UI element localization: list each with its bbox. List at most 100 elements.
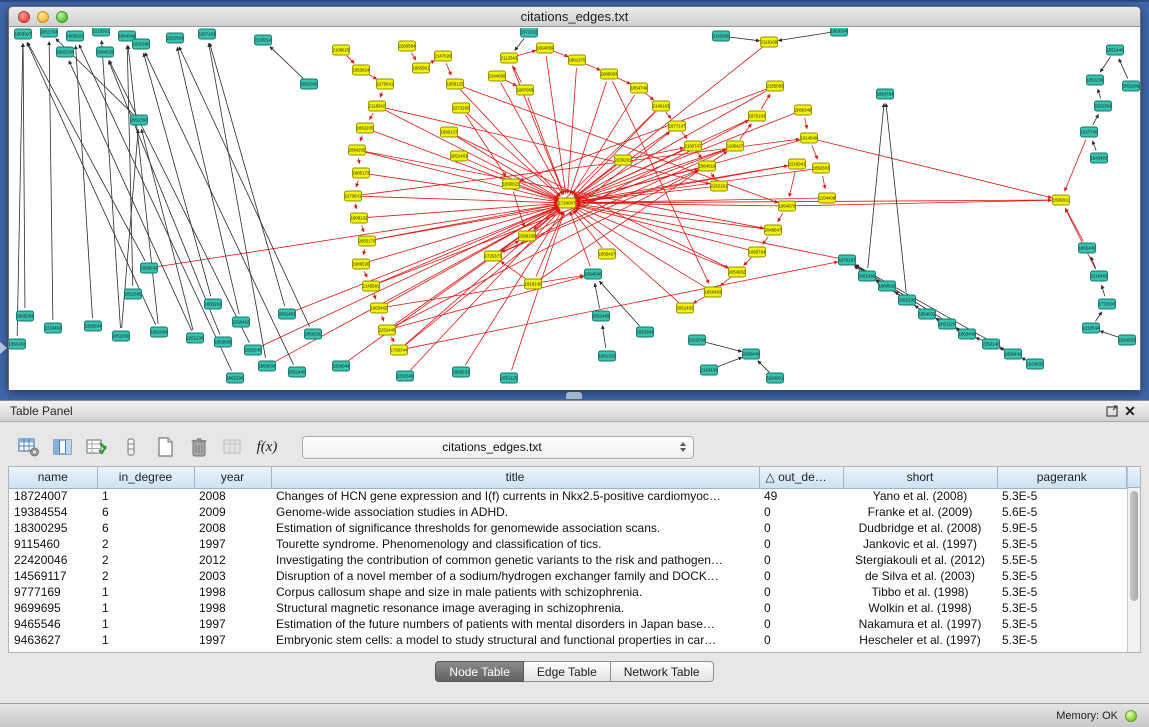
network-edge[interactable] xyxy=(823,176,826,189)
network-node[interactable]: 2051463 xyxy=(451,151,468,161)
network-canvas[interactable]: 1724047211834218622052084205198517322736… xyxy=(9,28,1140,390)
table-cell[interactable]: 0 xyxy=(759,536,843,552)
table-cell[interactable]: 5.3E-5 xyxy=(997,488,1127,504)
show-columns-icon[interactable] xyxy=(48,433,78,461)
table-row[interactable]: 969969511998Structural magnetic resonanc… xyxy=(9,600,1127,616)
table-cell[interactable]: 2009 xyxy=(194,504,271,520)
table-cell[interactable]: 5.3E-5 xyxy=(997,616,1127,632)
network-node[interactable]: 2108825 xyxy=(333,45,350,55)
network-node[interactable]: 2046647 xyxy=(765,225,782,235)
network-node[interactable]: 1865202 xyxy=(205,299,222,309)
network-edge[interactable] xyxy=(501,261,527,279)
network-node[interactable]: 1106427 xyxy=(727,141,744,151)
network-edge[interactable] xyxy=(144,53,211,296)
table-cell[interactable]: 9777169 xyxy=(9,584,97,600)
network-edge[interactable] xyxy=(616,77,630,84)
table-cell[interactable]: 1 xyxy=(97,616,194,632)
network-node[interactable]: 1584540 xyxy=(585,269,602,279)
network-edge[interactable] xyxy=(382,316,384,322)
table-row[interactable]: 2242004622012Investigating the contribut… xyxy=(9,552,1127,568)
table-cell[interactable]: 0 xyxy=(759,632,843,648)
minimize-window-button[interactable] xyxy=(37,11,49,23)
table-cell[interactable]: Wolkin et al. (1998) xyxy=(843,600,997,616)
table-cell[interactable]: 2 xyxy=(97,568,194,584)
table-cell[interactable]: Tibbo et al. (1998) xyxy=(843,584,997,600)
network-node[interactable]: 1975103 xyxy=(749,111,766,121)
table-cell[interactable]: Yano et al. (2008) xyxy=(843,488,997,504)
float-window-icon[interactable] xyxy=(1103,403,1121,419)
network-edge[interactable] xyxy=(76,45,93,318)
network-edge[interactable] xyxy=(574,112,656,196)
table-cell[interactable]: Embryonic stem cells: a model to study s… xyxy=(271,632,759,648)
network-edge[interactable] xyxy=(504,80,516,86)
network-edge[interactable] xyxy=(141,129,193,330)
table-cell[interactable]: 0 xyxy=(759,600,843,616)
network-node[interactable]: 1827740 xyxy=(1081,127,1098,137)
table-row[interactable]: 911546021997Tourette syndrome. Phenomeno… xyxy=(9,536,1127,552)
table-cell[interactable]: Nakamura et al. (1997) xyxy=(843,616,997,632)
table-cell[interactable]: 2 xyxy=(97,536,194,552)
network-node[interactable]: 2262504 xyxy=(167,33,184,43)
network-node[interactable]: 1856493 xyxy=(705,287,722,297)
network-node[interactable]: 1595811 xyxy=(1053,195,1070,205)
network-node[interactable]: 1887059 xyxy=(517,85,534,95)
network-node[interactable]: 2055170 xyxy=(359,236,376,246)
network-node[interactable]: 1924503 xyxy=(1119,335,1136,345)
delete-table-icon[interactable] xyxy=(184,433,214,461)
network-edge[interactable] xyxy=(270,47,303,79)
network-node[interactable]: 1986536 xyxy=(353,259,370,269)
network-edge[interactable] xyxy=(716,357,742,367)
network-node[interactable]: 2210463 xyxy=(1091,271,1108,281)
network-edge[interactable] xyxy=(1095,312,1101,321)
network-edge[interactable] xyxy=(370,113,374,120)
network-node[interactable]: 1908132 xyxy=(351,213,368,223)
network-node[interactable]: 2162161 xyxy=(711,181,728,191)
network-node[interactable]: 1860230 xyxy=(305,329,322,339)
network-node[interactable]: 1860533 xyxy=(453,367,470,377)
network-edge[interactable] xyxy=(534,120,748,232)
network-edge[interactable] xyxy=(374,294,376,300)
network-node[interactable]: 2051463 xyxy=(279,309,296,319)
network-node[interactable]: 2273641 xyxy=(345,191,362,201)
network-node[interactable]: 2051402 xyxy=(677,303,694,313)
network-node[interactable]: 1924501 xyxy=(767,373,784,383)
table-cell[interactable]: 1 xyxy=(97,632,194,648)
network-node[interactable]: 1854749 xyxy=(631,83,648,93)
column-header[interactable]: △ out_de… xyxy=(759,467,843,488)
network-node[interactable]: 1772003 xyxy=(1099,299,1116,309)
table-scrollbar[interactable] xyxy=(1127,467,1140,652)
table-cell[interactable]: 18724007 xyxy=(9,488,97,504)
network-node[interactable]: 2273160 xyxy=(453,103,470,113)
edit-columns-icon[interactable] xyxy=(82,433,112,461)
network-edge[interactable] xyxy=(868,103,884,268)
network-edge[interactable] xyxy=(360,136,362,142)
network-edge[interactable] xyxy=(17,43,23,336)
tab-edge-table[interactable]: Edge Table xyxy=(524,661,611,682)
network-edge[interactable] xyxy=(1065,139,1086,191)
table-cell[interactable]: 5.3E-5 xyxy=(997,536,1127,552)
table-cell[interactable]: Estimation of significance thresholds fo… xyxy=(271,520,759,536)
network-edge[interactable] xyxy=(1119,59,1128,79)
table-cell[interactable]: 0 xyxy=(759,568,843,584)
network-node[interactable]: 2216041 xyxy=(789,159,806,169)
network-edge[interactable] xyxy=(1065,208,1095,268)
network-edge[interactable] xyxy=(1066,208,1084,241)
import-table-icon[interactable] xyxy=(218,433,248,461)
network-node[interactable]: 1958125 xyxy=(447,79,464,89)
network-node[interactable]: 2051468 xyxy=(593,311,610,321)
network-node[interactable]: 1862205 xyxy=(357,123,374,133)
table-cell[interactable]: Estimation of the future numbers of pati… xyxy=(271,616,759,632)
network-node[interactable]: 2147020 xyxy=(435,51,452,61)
table-row[interactable]: 977716911998Corpus callosum shape and si… xyxy=(9,584,1127,600)
table-cell[interactable]: Corpus callosum shape and size in male p… xyxy=(271,584,759,600)
network-node[interactable]: 1865054 xyxy=(17,311,34,321)
network-graph[interactable]: 1724047211834218622052084205198517322736… xyxy=(9,28,1140,390)
network-node[interactable]: 1864616 xyxy=(699,161,716,171)
table-cell[interactable]: 0 xyxy=(759,504,843,520)
table-cell[interactable]: 0 xyxy=(759,584,843,600)
table-cell[interactable]: 1998 xyxy=(194,600,271,616)
network-edge[interactable] xyxy=(364,271,367,277)
table-cell[interactable]: 5.3E-5 xyxy=(997,600,1127,616)
network-edge[interactable] xyxy=(1100,331,1119,337)
network-edge[interactable] xyxy=(446,63,451,75)
